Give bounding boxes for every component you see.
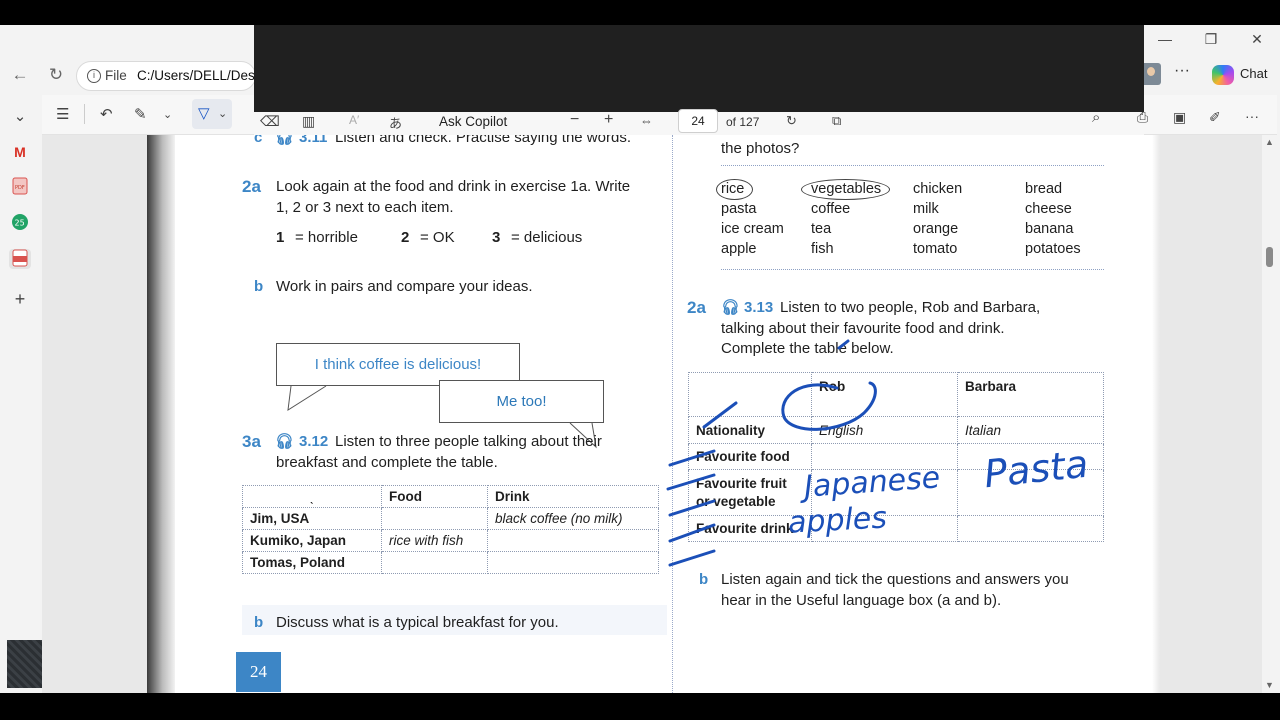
page-total-label: of 127: [726, 115, 760, 129]
chevron-down-icon[interactable]: ⌄: [9, 107, 31, 127]
ink-stroke-tick: [668, 523, 716, 543]
copilot-icon[interactable]: [1212, 65, 1234, 85]
toolbar-strip: ⌫ ▥ A′ あ Ask Copilot − + ⇔ 24 of 127 ↻ ⧉: [254, 109, 1144, 135]
zoom-in-button[interactable]: +: [604, 111, 613, 129]
address-bar[interactable]: i File C:/Users/DELL/Desk: [76, 61, 262, 91]
ink-annotations: [666, 339, 877, 567]
pdf-active-icon[interactable]: [9, 249, 31, 269]
translate-icon[interactable]: あ: [389, 113, 402, 132]
vertical-scrollbar[interactable]: ▲ ▼: [1262, 135, 1278, 693]
page-view-icon[interactable]: ⧉: [832, 113, 841, 129]
info-icon[interactable]: i: [87, 69, 101, 83]
ink-stroke-tick: [668, 499, 716, 517]
ink-stroke-tick: [666, 473, 716, 491]
rotate-icon[interactable]: ↻: [786, 113, 797, 129]
chevron-down-icon: ⌄: [218, 108, 228, 120]
url-path: C:/Users/DELL/Desk: [137, 68, 262, 83]
highlight-button[interactable]: ▽ ⌄: [192, 99, 232, 129]
minimize-button[interactable]: —: [1150, 31, 1180, 47]
back-icon[interactable]: ←: [8, 65, 32, 85]
pdf-viewer: c 🎧︎ 3.11 Listen and check. Practise say…: [42, 135, 1277, 693]
add-icon[interactable]: +: [9, 289, 31, 309]
draw-icon[interactable]: ✎: [134, 105, 147, 123]
url-scheme-label: File: [105, 68, 127, 83]
close-button[interactable]: ✕: [1242, 31, 1272, 48]
refresh-icon[interactable]: ↻: [44, 65, 68, 85]
ink-stroke-rob-circle: [781, 381, 877, 431]
undo-icon[interactable]: ↶: [100, 105, 113, 123]
ask-copilot-button[interactable]: Ask Copilot: [439, 114, 507, 129]
save-as-icon[interactable]: ✐: [1209, 109, 1221, 126]
profile-avatar[interactable]: [1141, 63, 1161, 85]
chat-button-label[interactable]: Chat: [1240, 66, 1267, 81]
toolbar-divider: [84, 104, 85, 124]
gmail-icon[interactable]: M: [9, 142, 31, 162]
print-icon[interactable]: ⎙: [1137, 109, 1148, 126]
ink-word-fruit: apples: [787, 500, 888, 541]
scroll-thumb[interactable]: [1266, 247, 1273, 267]
text-icon[interactable]: A′: [349, 113, 359, 127]
scroll-up-icon[interactable]: ▲: [1265, 137, 1274, 147]
scroll-down-icon[interactable]: ▼: [1265, 680, 1274, 690]
redacted-area: [254, 25, 1144, 112]
calendar-icon[interactable]: 25: [9, 213, 31, 233]
highlight-icon: ▽: [198, 105, 210, 122]
zoom-out-button[interactable]: −: [570, 111, 579, 129]
save-icon[interactable]: ▣: [1173, 109, 1186, 126]
ink-stroke-tick: [668, 449, 716, 467]
more-options-icon[interactable]: ···: [1245, 108, 1259, 124]
sidebar: ⌄ M PDF 25 +: [0, 95, 55, 693]
calendar-badge-text: 25: [15, 219, 25, 228]
view-icon[interactable]: ▥: [302, 113, 315, 130]
edge-browser-window: — ❐ ✕ ← ↻ i File C:/Users/DELL/Desk ··· …: [0, 25, 1280, 693]
ink-stroke-pen-mark: [837, 339, 850, 350]
ink-stroke-tick: [668, 549, 716, 567]
ink-stroke-slash: [702, 401, 738, 429]
contents-icon[interactable]: ☰: [56, 105, 69, 123]
restore-button[interactable]: ❐: [1196, 31, 1226, 48]
draw-dropdown-icon[interactable]: ⌄: [163, 108, 172, 121]
screen: — ❐ ✕ ← ↻ i File C:/Users/DELL/Desk ··· …: [0, 0, 1280, 720]
erase-icon[interactable]: ⌫: [260, 113, 280, 130]
fit-icon[interactable]: ⇔: [640, 113, 653, 128]
search-icon[interactable]: ⌕: [1092, 109, 1100, 126]
more-icon[interactable]: ···: [1174, 62, 1190, 80]
page-number-input[interactable]: 24: [678, 109, 718, 133]
pdf-icon[interactable]: PDF: [9, 177, 31, 197]
svg-text:PDF: PDF: [15, 185, 25, 191]
